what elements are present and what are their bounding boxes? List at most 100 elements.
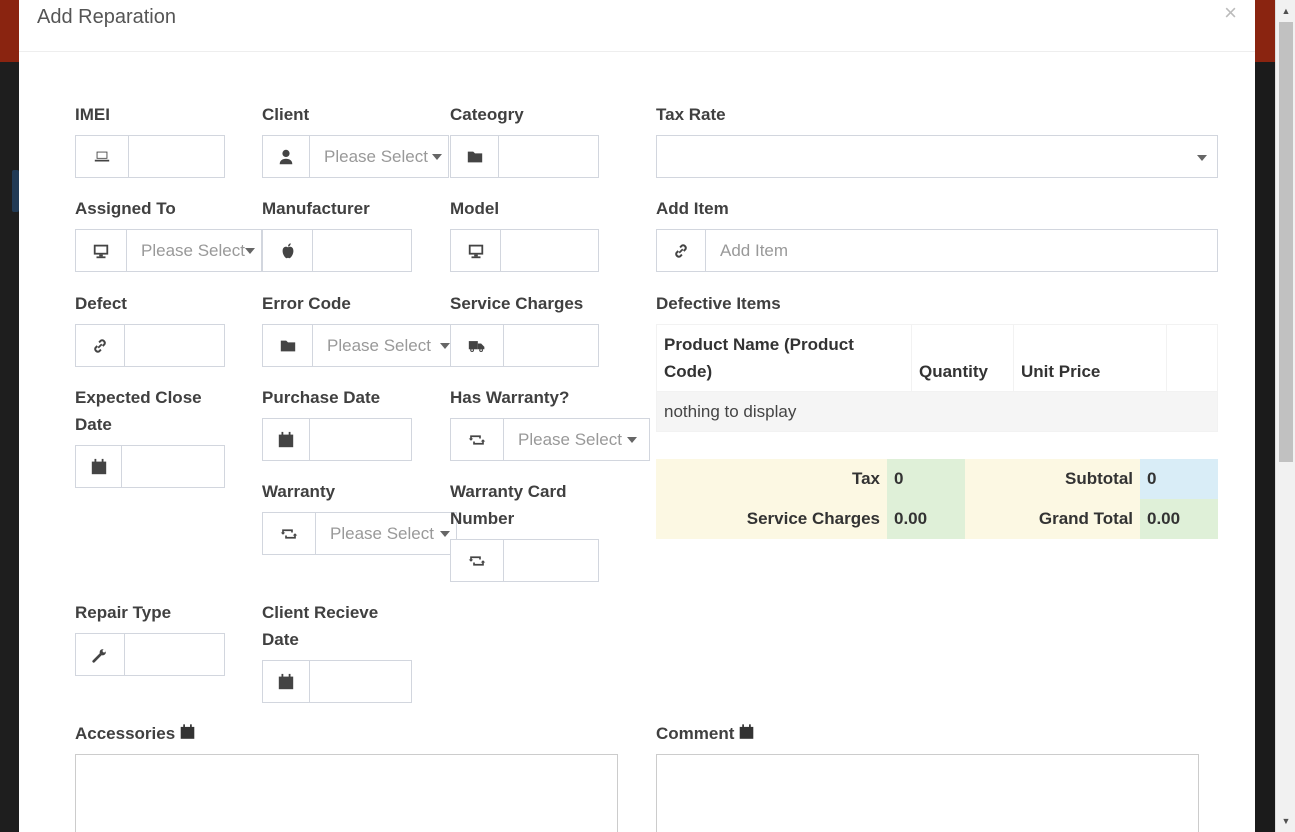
page-scrollbar[interactable]: ▲ ▼	[1275, 0, 1295, 832]
totals-row: Tax 0 Subtotal 0	[656, 459, 1218, 499]
scroll-down-arrow[interactable]: ▼	[1276, 812, 1295, 830]
desktop-icon	[451, 230, 501, 271]
manufacturer-label: Manufacturer	[262, 199, 370, 218]
backdrop-element	[12, 170, 19, 212]
scroll-thumb[interactable]	[1279, 22, 1293, 462]
warranty-card-number-input-group	[450, 539, 599, 582]
calendar-icon	[263, 419, 310, 460]
retweet-icon	[451, 540, 504, 581]
client-receive-date-input[interactable]	[310, 661, 411, 702]
add-reparation-modal: Add Reparation × IMEI Client Please Sele…	[19, 0, 1255, 832]
assigned-to-select[interactable]: Please Select	[127, 230, 261, 271]
add-item-input-group: Add Item	[656, 229, 1218, 272]
warranty-card-number-input[interactable]	[504, 540, 598, 581]
comment-textarea[interactable]	[656, 754, 1199, 832]
manufacturer-input[interactable]	[313, 230, 411, 271]
expected-close-date-input[interactable]	[122, 446, 224, 487]
chevron-down-icon	[245, 248, 255, 254]
model-input[interactable]	[501, 230, 598, 271]
defect-label: Defect	[75, 294, 127, 313]
chevron-down-icon	[627, 437, 637, 443]
has-warranty-label: Has Warranty?	[450, 388, 570, 407]
tax-total-value: 0	[887, 459, 965, 499]
client-label: Client	[262, 105, 310, 124]
subtotal-label: Subtotal	[965, 459, 1140, 499]
client-receive-date-label: Client Recieve Date	[262, 603, 379, 649]
assigned-to-select-placeholder: Please Select	[141, 240, 245, 260]
table-row: nothing to display	[656, 391, 1218, 432]
expected-close-date-input-group	[75, 445, 225, 488]
error-code-label: Error Code	[262, 294, 351, 313]
column-header-actions	[1166, 324, 1218, 392]
category-label: Cateogry	[450, 105, 524, 124]
calendar-icon	[263, 661, 310, 702]
service-charges-input[interactable]	[504, 325, 598, 366]
defect-input-group	[75, 324, 225, 367]
tax-rate-label: Tax Rate	[656, 105, 726, 124]
client-input-group: Please Select	[262, 135, 449, 178]
model-label: Model	[450, 199, 500, 218]
chevron-down-icon	[440, 531, 450, 537]
defect-input[interactable]	[125, 325, 224, 366]
warranty-select[interactable]: Please Select	[316, 513, 456, 554]
service-charges-input-group	[450, 324, 599, 367]
chevron-down-icon	[1197, 155, 1207, 161]
accessories-label-group: Accessories	[75, 720, 196, 749]
repair-type-label: Repair Type	[75, 603, 172, 622]
service-charges-label: Service Charges	[450, 294, 584, 313]
link-icon	[657, 230, 706, 271]
category-input-group	[450, 135, 599, 178]
assigned-to-label: Assigned To	[75, 199, 176, 218]
retweet-icon	[263, 513, 316, 554]
folder-icon	[263, 325, 313, 366]
add-item-input[interactable]: Add Item	[706, 230, 1217, 271]
modal-title: Add Reparation	[37, 6, 176, 28]
table-header-row: Product Name (Product Code) Quantity Uni…	[656, 324, 1218, 392]
imei-input[interactable]	[129, 136, 224, 177]
imei-input-group	[75, 135, 225, 178]
user-icon	[263, 136, 310, 177]
accessories-textarea[interactable]	[75, 754, 618, 832]
link-icon	[76, 325, 125, 366]
comment-label: Comment	[656, 724, 735, 743]
comment-label-group: Comment	[656, 720, 755, 749]
wrench-icon	[76, 634, 125, 675]
defective-items-table: Product Name (Product Code) Quantity Uni…	[656, 324, 1218, 432]
modal-header: Add Reparation ×	[19, 0, 1255, 52]
client-select[interactable]: Please Select	[310, 136, 448, 177]
imei-label: IMEI	[75, 105, 110, 124]
apple-icon	[263, 230, 313, 271]
has-warranty-input-group: Please Select	[450, 418, 650, 461]
chevron-down-icon	[440, 343, 450, 349]
expected-close-date-label: Expected Close Date	[75, 388, 202, 434]
calendar-icon	[738, 722, 755, 749]
tax-total-label: Tax	[656, 459, 887, 499]
calendar-icon	[76, 446, 122, 487]
column-header-product-name: Product Name (Product Code)	[656, 324, 912, 392]
subtotal-value: 0	[1140, 459, 1218, 499]
desktop-icon	[76, 230, 127, 271]
grand-total-value: 0.00	[1140, 499, 1218, 539]
scroll-up-arrow[interactable]: ▲	[1276, 2, 1295, 20]
defective-items-label: Defective Items	[656, 294, 781, 313]
repair-type-input-group	[75, 633, 225, 676]
calendar-icon	[179, 722, 196, 749]
purchase-date-label: Purchase Date	[262, 388, 381, 407]
tax-rate-select[interactable]	[656, 135, 1218, 178]
close-button[interactable]: ×	[1224, 0, 1237, 26]
error-code-select[interactable]: Please Select	[313, 325, 456, 366]
service-charges-total-value: 0.00	[887, 499, 965, 539]
has-warranty-select[interactable]: Please Select	[504, 419, 649, 460]
warranty-input-group: Please Select	[262, 512, 457, 555]
repair-type-input[interactable]	[125, 634, 224, 675]
assigned-to-input-group: Please Select	[75, 229, 262, 272]
client-select-placeholder: Please Select	[324, 146, 428, 166]
purchase-date-input-group	[262, 418, 412, 461]
category-input[interactable]	[499, 136, 598, 177]
warranty-card-number-label: Warranty Card Number	[450, 482, 567, 528]
warranty-select-placeholder: Please Select	[330, 523, 434, 543]
empty-table-message: nothing to display	[656, 391, 1218, 432]
model-input-group	[450, 229, 599, 272]
purchase-date-input[interactable]	[310, 419, 411, 460]
chevron-down-icon	[432, 154, 442, 160]
